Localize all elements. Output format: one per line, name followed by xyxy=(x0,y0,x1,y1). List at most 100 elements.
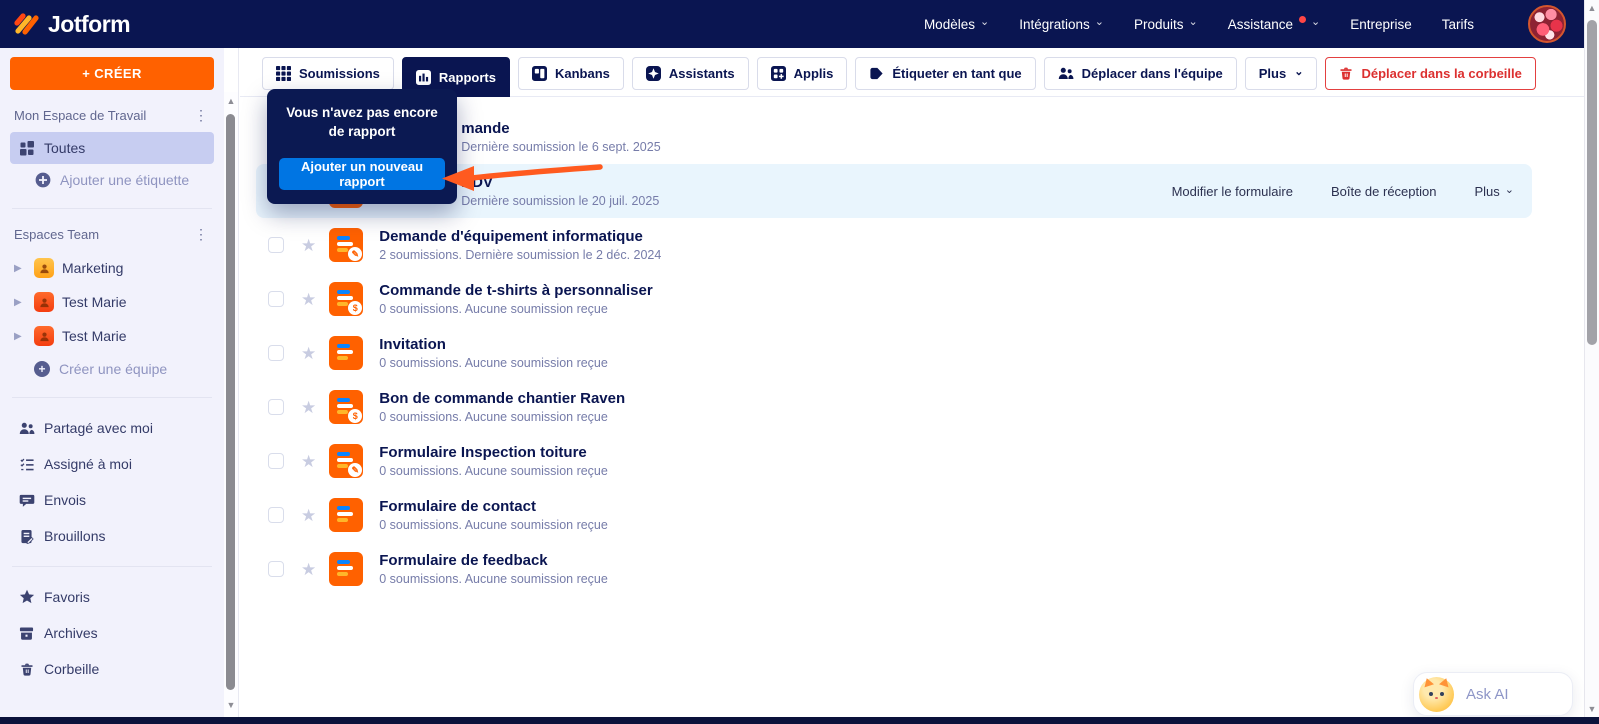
sidebar-item[interactable]: Envois xyxy=(10,482,214,518)
form-row[interactable]: ★ Formulaire de contact 0 soumissions. A… xyxy=(240,488,1584,542)
form-row[interactable]: ★ $ Commande de t-shirts à personnaliser… xyxy=(240,272,1584,326)
workspace-kebab-icon[interactable]: ⋮ xyxy=(190,107,212,124)
row-checkbox[interactable] xyxy=(268,291,284,307)
row-checkbox[interactable] xyxy=(268,345,284,361)
sidebar-item-label: Corbeille xyxy=(44,661,100,677)
toolbar-button[interactable]: Applis xyxy=(756,57,848,90)
navbar-menu: Modèles ⌄ Intégrations ⌄ Produits ⌄ Assi… xyxy=(924,5,1566,43)
form-row[interactable]: ★ ✎ Demande d'équipement informatique 2 … xyxy=(240,218,1584,272)
sidebar-item[interactable]: Corbeille xyxy=(10,651,214,687)
scroll-up-icon[interactable]: ▲ xyxy=(1585,3,1599,13)
favorite-star-icon[interactable]: ★ xyxy=(301,237,316,254)
sidebar-item[interactable]: Toutes xyxy=(10,132,214,164)
form-subtitle: 0 soumissions. Aucune soumission reçue xyxy=(379,518,608,532)
scroll-down-icon[interactable]: ▼ xyxy=(224,700,238,710)
form-row-text: RDV Dernière soumission le 20 juil. 2025 xyxy=(461,174,659,208)
sidebar-item[interactable]: Ajouter une étiquette xyxy=(10,164,214,196)
form-title[interactable]: Formulaire de contact xyxy=(379,498,608,515)
row-checkbox[interactable] xyxy=(268,399,284,415)
navbar-menu-item[interactable]: Tarifs xyxy=(1442,17,1474,32)
navbar-menu-item[interactable]: Produits ⌄ xyxy=(1134,16,1198,32)
favorite-star-icon[interactable]: ★ xyxy=(301,561,316,578)
row-checkbox[interactable] xyxy=(268,561,284,577)
sidebar-item-label: Brouillons xyxy=(44,528,106,544)
form-title[interactable]: Formulaire de feedback xyxy=(379,552,608,569)
toolbar-button[interactable]: Plus ⌄ xyxy=(1244,57,1318,90)
chevron-right-icon[interactable]: ▶ xyxy=(14,297,26,308)
form-row-text: Invitation 0 soumissions. Aucune soumiss… xyxy=(379,336,608,370)
plus-circle-icon xyxy=(34,172,51,189)
sidebar-item[interactable]: Archives xyxy=(10,615,214,651)
form-title[interactable]: Invitation xyxy=(379,336,608,353)
form-title[interactable]: Commande de t-shirts à personnaliser xyxy=(379,282,652,299)
row-checkbox[interactable] xyxy=(268,237,284,253)
form-title[interactable]: RDV xyxy=(461,174,659,191)
chevron-right-icon[interactable]: ▶ xyxy=(14,331,26,342)
team-label: Test Marie xyxy=(62,328,127,344)
form-subtitle: 2 soumissions. Dernière soumission le 2 … xyxy=(379,248,662,262)
page-scrollbar[interactable]: ▲ ▼ xyxy=(1584,0,1599,724)
grid-icon xyxy=(276,66,291,81)
toolbar-button[interactable]: Déplacer dans l'équipe xyxy=(1043,57,1237,90)
favorite-star-icon[interactable]: ★ xyxy=(301,507,316,524)
sidebar-item[interactable]: Partagé avec moi xyxy=(10,410,214,446)
navbar-menu-item[interactable]: Assistance ⌄ xyxy=(1228,15,1321,32)
sidebar-item[interactable]: Brouillons xyxy=(10,518,214,554)
form-row[interactable]: ★ Invitation 0 soumissions. Aucune soumi… xyxy=(240,326,1584,380)
form-icon xyxy=(329,552,364,586)
favorite-star-icon[interactable]: ★ xyxy=(301,453,316,470)
chevron-down-icon: ⌄ xyxy=(1094,15,1104,28)
form-title[interactable]: Bon de commande chantier Raven xyxy=(379,390,625,407)
row-checkbox[interactable] xyxy=(268,453,284,469)
ask-ai-widget[interactable]: Ask AI xyxy=(1413,672,1573,716)
form-title[interactable]: mande xyxy=(461,120,660,137)
teams-section-header: Espaces Team ⋮ xyxy=(14,226,212,243)
form-badge-icon: ✎ xyxy=(348,463,363,477)
sidebar-item[interactable]: Favoris xyxy=(10,579,214,615)
toolbar-button[interactable]: Assistants xyxy=(631,57,749,90)
workspace-title: Mon Espace de Travail xyxy=(14,108,147,123)
page-scrollbar-thumb[interactable] xyxy=(1587,20,1597,345)
row-hover-actions: Modifier le formulaire Boîte de réceptio… xyxy=(1172,164,1514,218)
navbar-menu-item[interactable]: Modèles ⌄ xyxy=(924,16,989,32)
toolbar-button[interactable]: Étiqueter en tant que xyxy=(855,57,1036,90)
workspace-section-header: Mon Espace de Travail ⋮ xyxy=(14,107,212,124)
form-title[interactable]: Formulaire Inspection toiture xyxy=(379,444,608,461)
toolbar-button[interactable]: Kanbans xyxy=(517,57,624,90)
scroll-up-icon[interactable]: ▲ xyxy=(224,96,238,106)
chevron-right-icon[interactable]: ▶ xyxy=(14,263,26,274)
favorite-star-icon[interactable]: ★ xyxy=(301,399,316,416)
inbox-action[interactable]: Boîte de réception xyxy=(1331,184,1437,199)
more-action[interactable]: Plus ⌄ xyxy=(1474,184,1514,199)
sidebar-item[interactable]: Assigné à moi xyxy=(10,446,214,482)
form-subtitle: Dernière soumission le 20 juil. 2025 xyxy=(461,194,660,208)
sidebar-team-item[interactable]: ▶ Test Marie xyxy=(10,285,214,319)
navbar-menu-item[interactable]: Entreprise xyxy=(1350,17,1412,32)
favorite-star-icon[interactable]: ★ xyxy=(301,345,316,362)
edit-form-action[interactable]: Modifier le formulaire xyxy=(1172,184,1293,199)
sidebar-scrollbar[interactable]: ▲ ▼ xyxy=(224,92,238,716)
form-row[interactable]: ★ $ Bon de commande chantier Raven 0 sou… xyxy=(240,380,1584,434)
add-report-button[interactable]: Ajouter un nouveau rapport xyxy=(279,157,445,190)
create-button[interactable]: + CRÉER xyxy=(10,57,214,90)
sidebar-item-label: Partagé avec moi xyxy=(44,420,153,436)
form-row[interactable]: ★ Formulaire de feedback 0 soumissions. … xyxy=(240,542,1584,596)
teams-kebab-icon[interactable]: ⋮ xyxy=(190,226,212,243)
toolbar-button[interactable]: Déplacer dans la corbeille xyxy=(1325,57,1536,90)
navbar-menu-item[interactable]: Intégrations ⌄ xyxy=(1019,15,1104,32)
row-checkbox[interactable] xyxy=(268,507,284,523)
jotform-leaf-icon xyxy=(14,9,40,40)
create-team-button[interactable]: + Créer une équipe xyxy=(10,353,214,385)
chevron-down-icon: ⌄ xyxy=(1310,15,1321,28)
favorite-star-icon[interactable]: ★ xyxy=(301,291,316,308)
form-icon: $ xyxy=(329,390,364,424)
scroll-down-icon[interactable]: ▼ xyxy=(1585,704,1599,714)
form-row[interactable]: ★ ✎ Formulaire Inspection toiture 0 soum… xyxy=(240,434,1584,488)
toolbar-button[interactable]: Soumissions xyxy=(262,57,394,90)
jotform-logo[interactable]: Jotform xyxy=(14,9,131,40)
sidebar-scrollbar-thumb[interactable] xyxy=(226,114,235,690)
user-avatar[interactable] xyxy=(1528,5,1566,43)
sidebar-team-item[interactable]: ▶ Test Marie xyxy=(10,319,214,353)
form-title[interactable]: Demande d'équipement informatique xyxy=(379,228,661,245)
sidebar-team-item[interactable]: ▶ Marketing xyxy=(10,251,214,285)
